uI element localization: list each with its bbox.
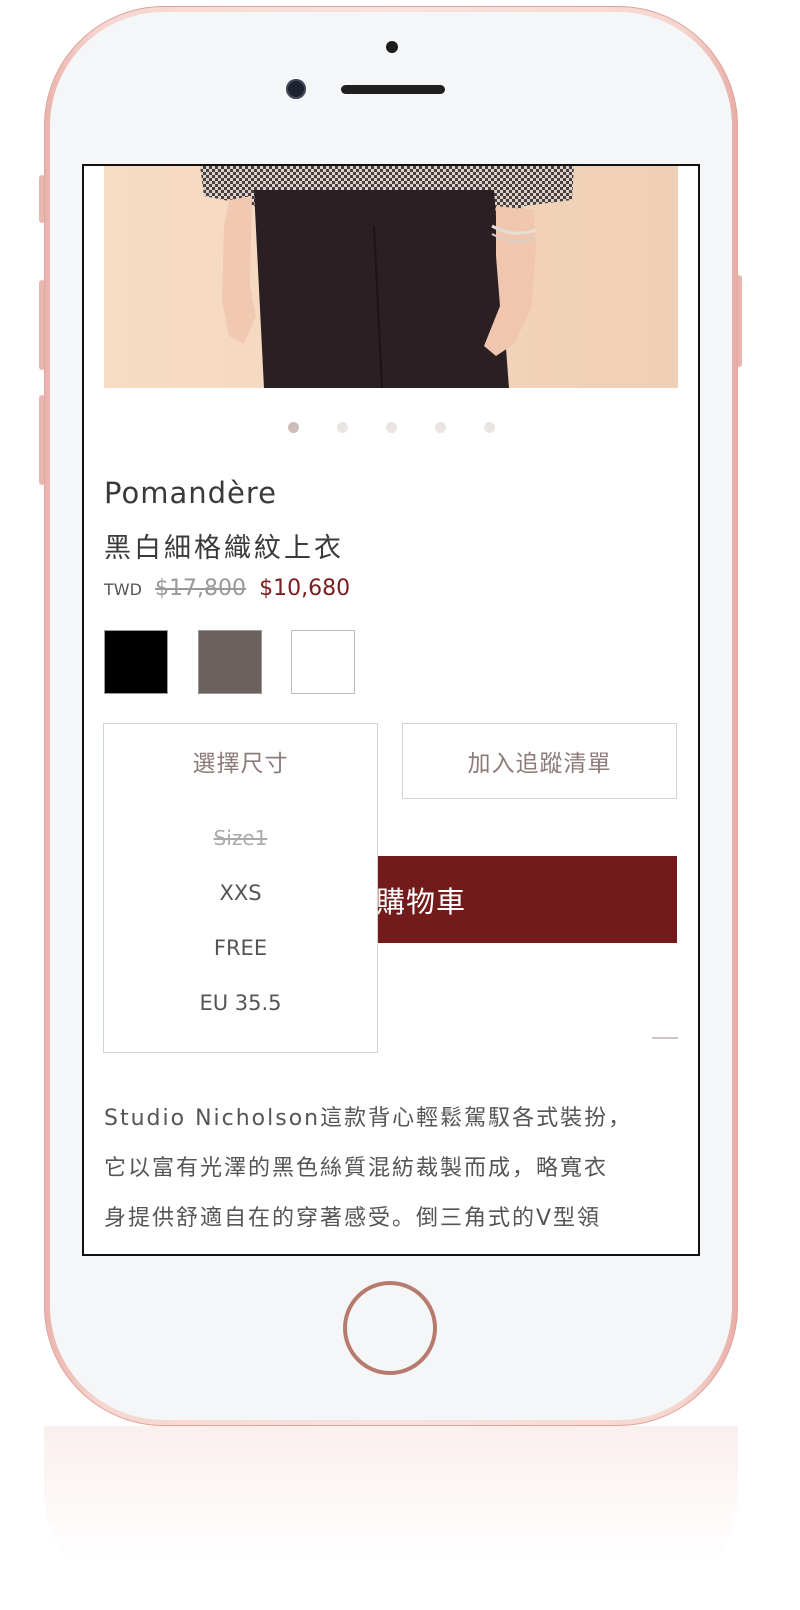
original-price: $17,800 [155, 576, 246, 601]
phone-reflection [44, 1426, 738, 1610]
front-camera-icon [286, 79, 306, 99]
description-line: Studio Nicholson這款背心輕鬆駕馭各式裝扮， [104, 1106, 633, 1131]
product-description: Studio Nicholson這款背心輕鬆駕馭各式裝扮， 它以富有光澤的黑色絲… [104, 1094, 676, 1244]
product-name: 黑白細格織紋上衣 [104, 533, 344, 564]
earpiece-speaker [341, 85, 445, 94]
size-dropdown: Size1 XXS FREE EU 35.5 [103, 798, 378, 1053]
size-option-xxs[interactable]: XXS [104, 881, 377, 905]
description-line: 它以富有光澤的黑色絲質混紡裁製而成，略寬衣 [104, 1156, 609, 1181]
size-option-free[interactable]: FREE [104, 936, 377, 960]
carousel-dot[interactable] [287, 422, 299, 433]
carousel-dot[interactable] [483, 422, 495, 433]
product-photo-illustration [200, 166, 574, 388]
sale-price: $10,680 [259, 576, 351, 601]
select-size-button[interactable]: 選擇尺寸 [103, 723, 378, 799]
product-brand: Pomandère [104, 476, 277, 510]
description-line: 身提供舒適自在的穿著感受。倒三角式的V型領 [104, 1206, 602, 1231]
image-carousel-dots [84, 418, 698, 433]
collapse-toggle-icon[interactable] [652, 1037, 678, 1039]
carousel-dot[interactable] [336, 422, 348, 433]
color-swatch-white[interactable] [291, 630, 355, 694]
proximity-sensor [386, 41, 398, 53]
price-row: TWD $17,800 $10,680 [104, 576, 350, 606]
currency-label: TWD [104, 580, 142, 599]
phone-screen: Pomandère 黑白細格織紋上衣 TWD $17,800 $10,680 選… [82, 164, 700, 1256]
product-image[interactable] [104, 166, 678, 388]
color-swatch-black[interactable] [104, 630, 168, 694]
add-to-cart-label: 購物車 [376, 884, 467, 919]
size-option-eu-35-5[interactable]: EU 35.5 [104, 991, 377, 1015]
size-option-size1: Size1 [213, 826, 268, 850]
home-button[interactable] [343, 1281, 437, 1375]
carousel-dot[interactable] [385, 422, 397, 433]
color-swatch-taupe[interactable] [198, 630, 262, 694]
carousel-dot[interactable] [434, 422, 446, 433]
add-to-wishlist-button[interactable]: 加入追蹤清單 [402, 723, 677, 799]
